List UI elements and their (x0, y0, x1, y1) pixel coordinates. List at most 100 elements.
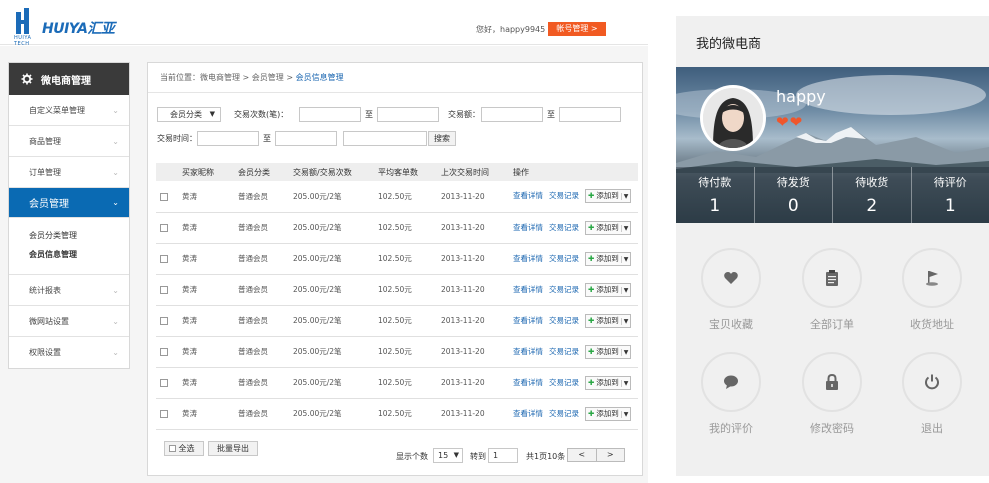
account-manage-button[interactable]: 帐号管理 > (548, 22, 606, 36)
stat-pending-shipment[interactable]: 待发货 0 (755, 167, 833, 223)
cell-last-date: 2013-11-20 (441, 212, 513, 244)
view-details-link[interactable]: 查看详情 (513, 191, 543, 200)
add-to-label: 添加到 (596, 377, 619, 387)
add-to-label: 添加到 (596, 284, 619, 294)
batch-export-button[interactable]: 批量导出 (208, 441, 258, 456)
add-to-button[interactable]: ✚ 添加到 ▼ (585, 282, 632, 297)
dropdown-arrow-icon: ▼ (453, 451, 459, 459)
menu-favorites[interactable]: 宝贝收藏 (681, 248, 781, 332)
select-all-button[interactable]: 全选 (164, 441, 204, 456)
stat-pending-receipt[interactable]: 待收货 2 (833, 167, 912, 223)
menu-address[interactable]: 收货地址 (882, 248, 982, 332)
trade-record-link[interactable]: 交易记录 (549, 191, 579, 200)
trade-amount-min-input[interactable] (481, 107, 543, 122)
menu-change-password[interactable]: 修改密码 (782, 352, 882, 436)
sidebar-item-site-settings[interactable]: 微网站设置 ⌄ (9, 306, 129, 337)
stat-label: 待发货 (776, 176, 810, 189)
trade-record-link[interactable]: 交易记录 (549, 223, 579, 232)
view-details-link[interactable]: 查看详情 (513, 254, 543, 263)
view-details-link[interactable]: 查看详情 (513, 316, 543, 325)
trade-time-end-input[interactable] (275, 131, 337, 146)
trade-record-link[interactable]: 交易记录 (549, 254, 579, 263)
add-to-button[interactable]: ✚ 添加到 ▼ (585, 406, 632, 421)
member-table: 买家昵称 会员分类 交易额/交易次数 平均客单数 上次交易时间 操作 黄涛 普通会… (156, 163, 638, 430)
sidebar-item-label: 统计报表 (29, 285, 61, 295)
trade-record-link[interactable]: 交易记录 (549, 316, 579, 325)
trade-amount-max-input[interactable] (559, 107, 621, 122)
view-details-link[interactable]: 查看详情 (513, 223, 543, 232)
sidebar-item-orders[interactable]: 订单管理 ⌄ (9, 157, 129, 188)
dropdown-arrow-icon: ▼ (620, 286, 629, 294)
table-row: 黄涛 普通会员 205.00元/2笔 102.50元 2013-11-20 查看详情 交易记… (156, 274, 638, 306)
row-checkbox[interactable] (160, 286, 168, 294)
view-details-link[interactable]: 查看详情 (513, 347, 543, 356)
sidebar-item-label: 会员管理 (29, 199, 69, 210)
row-checkbox[interactable] (160, 410, 168, 418)
row-checkbox[interactable] (160, 379, 168, 387)
profile-username: happy (776, 87, 826, 106)
stat-label: 待收货 (855, 176, 889, 189)
cell-actions: 查看详情 交易记录 ✚ 添加到 ▼ (513, 305, 638, 337)
checkbox[interactable] (169, 445, 176, 452)
view-details-link[interactable]: 查看详情 (513, 409, 543, 418)
prev-page-button[interactable]: < (568, 449, 597, 461)
sidebar-item-products[interactable]: 商品管理 ⌄ (9, 126, 129, 157)
stat-pending-payment[interactable]: 待付款 1 (676, 167, 755, 223)
menu-all-orders[interactable]: 全部订单 (782, 248, 882, 332)
add-to-button[interactable]: ✚ 添加到 ▼ (585, 313, 632, 328)
row-checkbox[interactable] (160, 255, 168, 263)
stat-pending-review[interactable]: 待评价 1 (912, 167, 989, 223)
add-to-button[interactable]: ✚ 添加到 ▼ (585, 189, 632, 204)
trade-count-min-input[interactable] (299, 107, 361, 122)
sidebar-item-members[interactable]: 会员管理 ⌄ (9, 188, 129, 218)
view-details-link[interactable]: 查看详情 (513, 285, 543, 294)
menu-logout[interactable]: 退出 (882, 352, 982, 436)
row-checkbox[interactable] (160, 317, 168, 325)
trade-record-link[interactable]: 交易记录 (549, 347, 579, 356)
dropdown-arrow-icon: ▼ (209, 110, 215, 118)
trade-record-link[interactable]: 交易记录 (549, 285, 579, 294)
lock-icon (826, 374, 838, 390)
sidebar-item-custom-menu[interactable]: 自定义菜单管理 ⌄ (9, 95, 129, 126)
breadcrumb-current[interactable]: 会员信息管理 (296, 73, 344, 82)
trade-record-link[interactable]: 交易记录 (549, 409, 579, 418)
plus-icon: ✚ (588, 253, 595, 263)
stat-count: 1 (944, 196, 956, 216)
menu-label: 退出 (921, 422, 943, 435)
chevron-down-icon: ⌄ (112, 285, 119, 295)
row-checkbox[interactable] (160, 224, 168, 232)
add-to-button[interactable]: ✚ 添加到 ▼ (585, 251, 632, 266)
sidebar-item-label: 权限设置 (29, 348, 61, 357)
add-to-button[interactable]: ✚ 添加到 ▼ (585, 344, 632, 359)
keyword-input[interactable] (343, 131, 427, 146)
search-button[interactable]: 搜索 (428, 131, 456, 146)
row-checkbox[interactable] (160, 192, 168, 201)
submenu-item-member-info[interactable]: 会员信息管理 (29, 245, 129, 264)
logo-mark-icon: HUIYA TECH (14, 8, 38, 47)
trade-record-link[interactable]: 交易记录 (549, 378, 579, 387)
trade-time-start-input[interactable] (197, 131, 259, 146)
col-header-actions: 操作 (513, 163, 638, 181)
cell-member-type: 普通会员 (238, 398, 293, 430)
trade-count-max-input[interactable] (377, 107, 439, 122)
page-size-select[interactable]: 15 ▼ (433, 448, 463, 463)
view-details-link[interactable]: 查看详情 (513, 378, 543, 387)
sidebar-item-reports[interactable]: 统计报表 ⌄ (9, 275, 129, 306)
row-checkbox[interactable] (160, 348, 168, 356)
cell-avg: 102.50元 (378, 243, 441, 275)
avatar[interactable] (700, 85, 766, 151)
next-page-button[interactable]: > (597, 449, 625, 461)
goto-page-input[interactable]: 1 (488, 448, 518, 463)
cell-amount: 205.00元/2笔 (293, 305, 378, 337)
add-to-button[interactable]: ✚ 添加到 ▼ (585, 375, 632, 390)
cell-buyer-name: 黄涛 (182, 398, 238, 430)
menu-my-reviews[interactable]: 我的评价 (681, 352, 781, 436)
add-to-button[interactable]: ✚ 添加到 ▼ (585, 220, 632, 235)
member-type-select[interactable]: 会员分类 ▼ (157, 107, 221, 122)
breadcrumb-path: 当前位置：微电商管理 > 会员管理 > (160, 73, 296, 82)
submenu-item-member-category[interactable]: 会员分类管理 (29, 226, 129, 245)
cell-avg: 102.50元 (378, 305, 441, 337)
sidebar-item-permissions[interactable]: 权限设置 ⌄ (9, 337, 129, 368)
menu-label: 全部订单 (810, 318, 854, 331)
brand-logo[interactable]: HUIYA TECH HUIYA汇亚 (14, 8, 115, 47)
